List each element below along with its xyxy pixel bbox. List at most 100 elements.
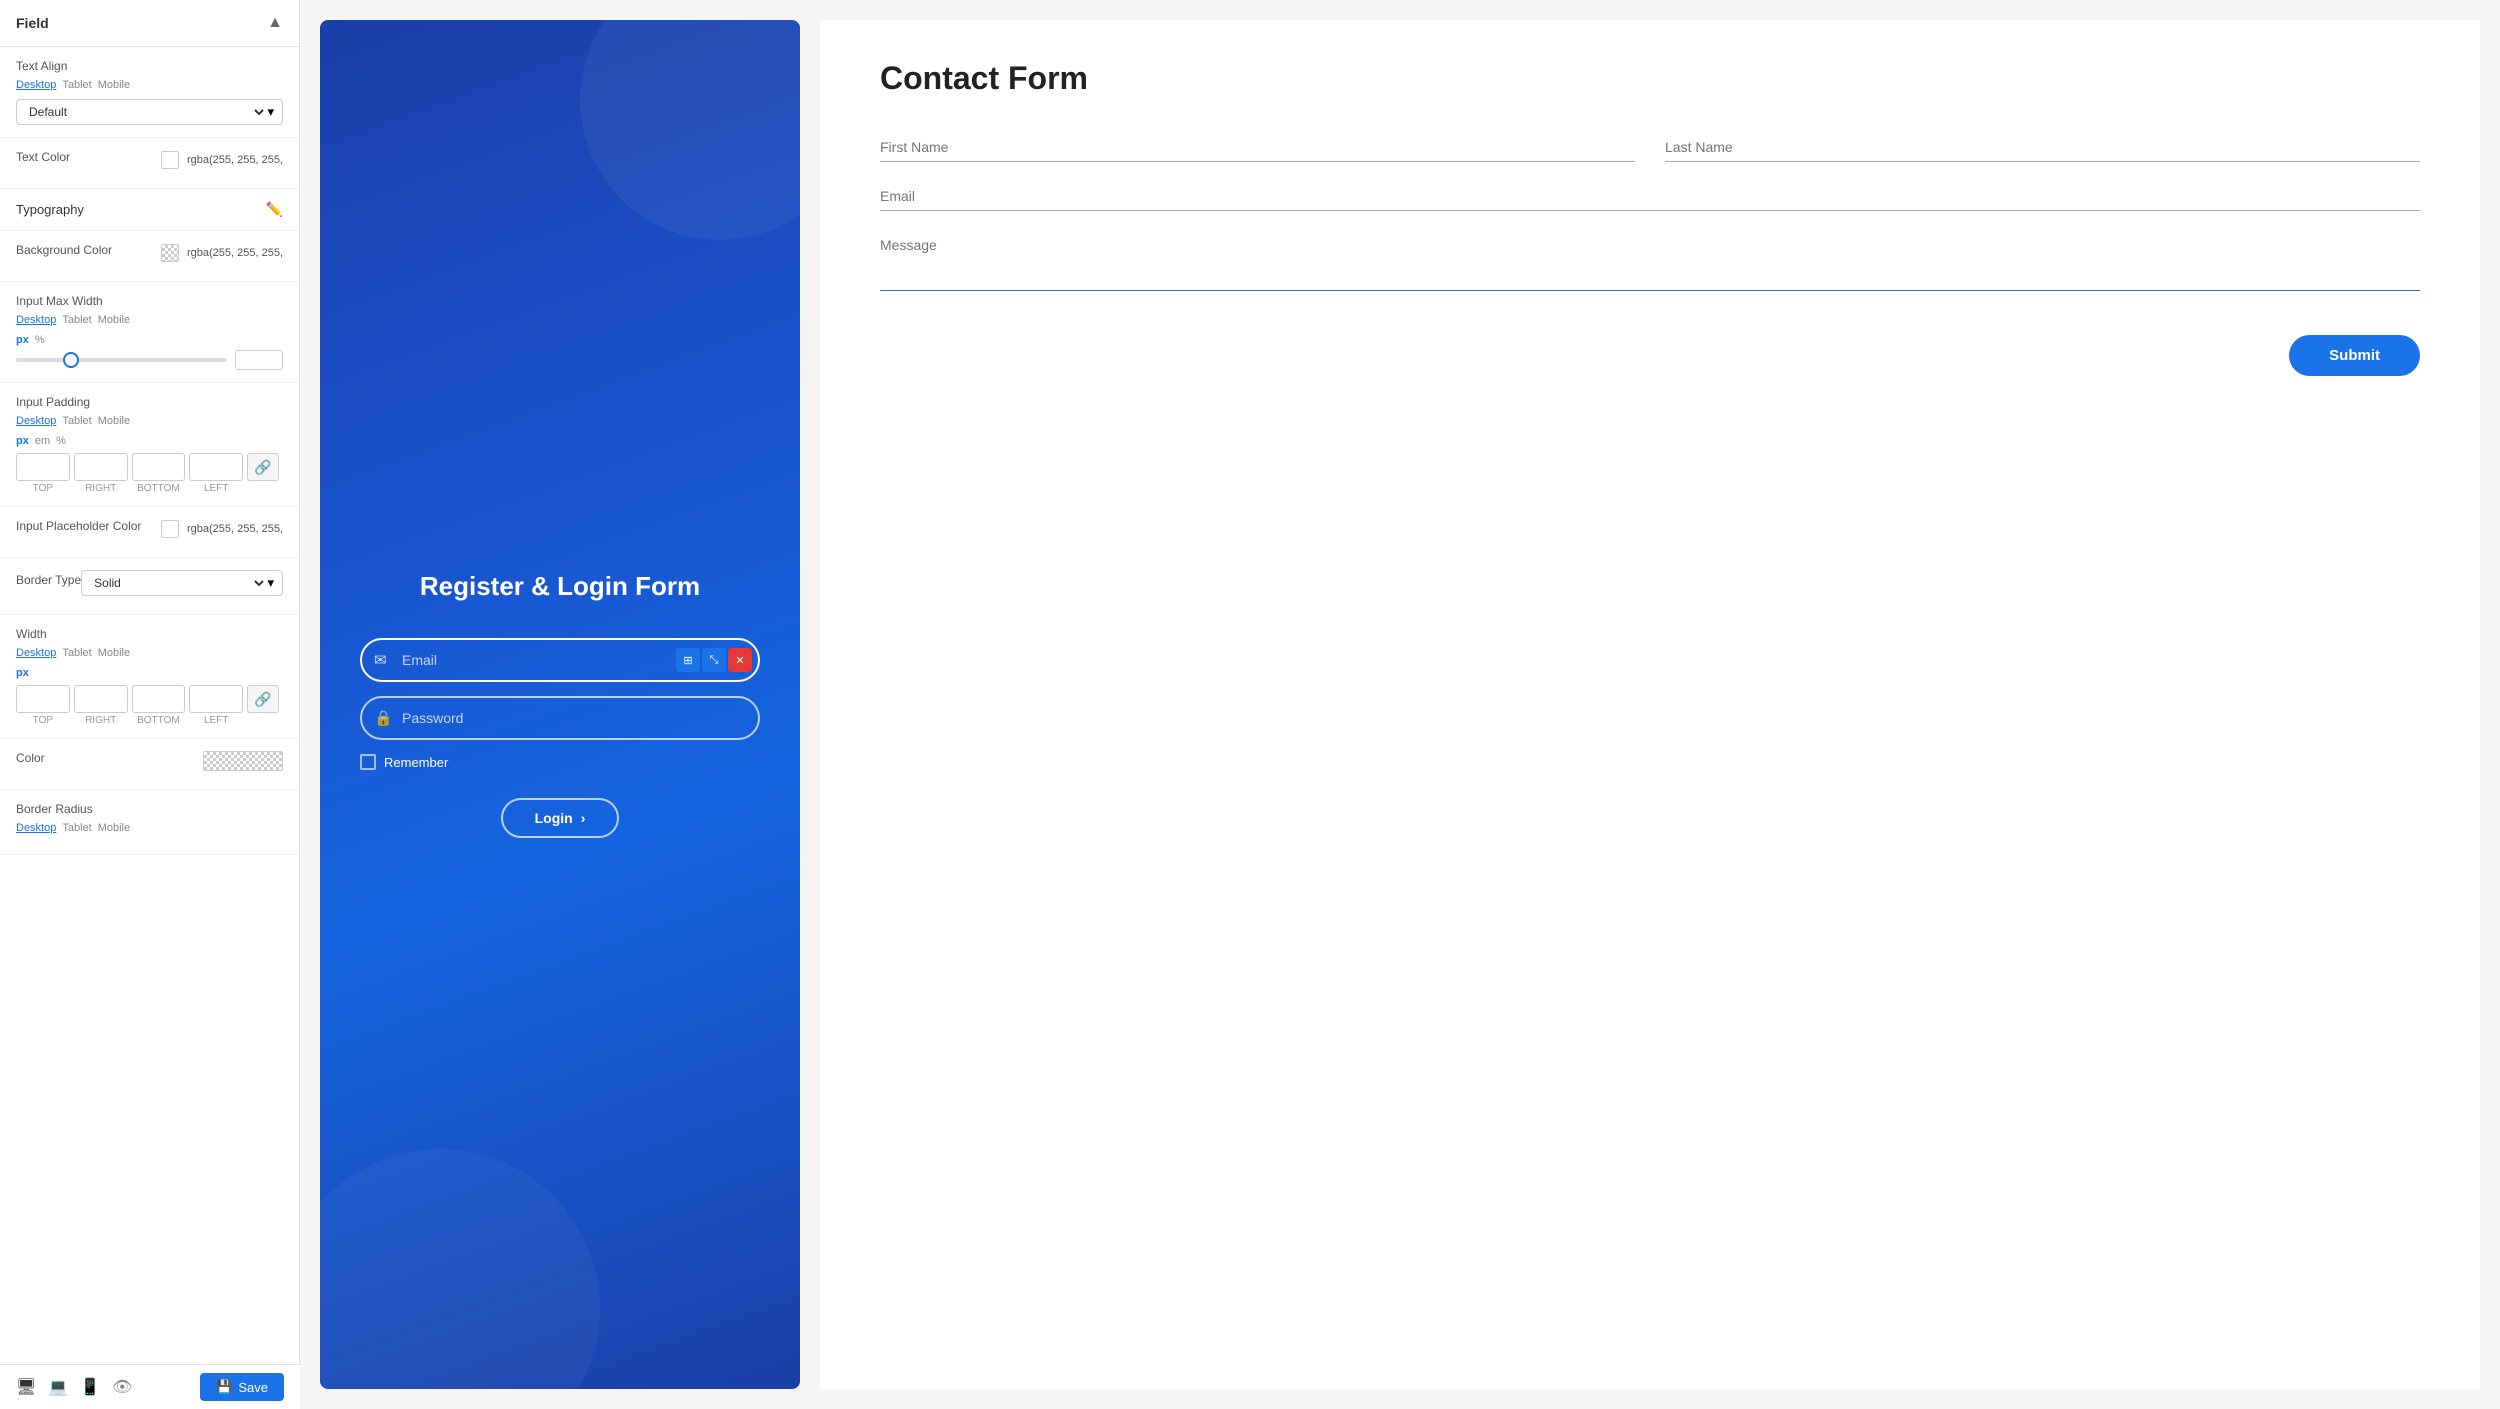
width-top[interactable] [16,685,70,713]
laptop-icon[interactable]: 💻 [48,1377,68,1397]
ip-tab-mobile[interactable]: Mobile [98,415,130,427]
remember-label: Remember [384,755,448,770]
wlabel-left: LEFT [189,715,243,726]
border-type-arrow: ▾ [267,575,274,591]
br-tab-tablet[interactable]: Tablet [62,822,91,834]
text-align-device-tabs: Desktop Tablet Mobile [16,79,283,91]
width-link-btn[interactable]: 🔗 [247,685,279,713]
panel-title: Field [16,15,49,31]
email-input-wrap: ✉ ⊞ ⤡ ✕ [360,638,760,682]
padding-labels: TOP RIGHT BOTTOM LEFT [16,483,283,494]
imw-tab-tablet[interactable]: Tablet [62,314,91,326]
padding-link-btn[interactable]: 🔗 [247,453,279,481]
select-arrow-icon: ▾ [267,104,274,120]
email-row [880,182,2420,211]
device-icon-group: 🖥 💻 📱 👁 [16,1377,132,1397]
first-name-input[interactable] [880,133,1635,162]
padding-bottom[interactable] [132,453,186,481]
unit-px[interactable]: px [16,334,29,346]
text-align-select[interactable]: Default Left Center Right [25,104,267,120]
wlabel-top: TOP [16,715,70,726]
toolbar-grid-btn[interactable]: ⊞ [676,648,700,672]
color-control[interactable] [203,751,283,771]
input-padding-grid: 🔗 [16,453,283,481]
width-label: Width [16,627,283,641]
padding-left[interactable] [189,453,243,481]
typography-edit-icon[interactable]: ✏️ [266,201,283,218]
input-max-width-value[interactable] [235,350,283,370]
br-tab-mobile[interactable]: Mobile [98,822,130,834]
text-color-control[interactable]: rgba(255, 255, 255, [161,151,283,169]
toolbar-close-btn[interactable]: ✕ [728,648,752,672]
submit-button[interactable]: Submit [2289,335,2420,376]
contact-form-title: Contact Form [880,60,2420,97]
label-right: RIGHT [74,483,128,494]
input-max-width-section: Input Max Width Desktop Tablet Mobile px… [0,282,299,383]
br-tab-desktop[interactable]: Desktop [16,822,56,834]
typography-label: Typography [16,202,84,217]
unit-percent[interactable]: % [35,334,45,346]
message-textarea[interactable] [880,231,2420,291]
email-icon: ✉ [374,651,387,669]
remember-checkbox[interactable] [360,754,376,770]
padding-right[interactable] [74,453,128,481]
save-button[interactable]: 💾 Save [200,1373,284,1401]
border-type-row: Border Type Solid Dashed Dotted None ▾ [16,570,283,596]
input-padding-device-tabs: Desktop Tablet Mobile [16,415,283,427]
border-type-select[interactable]: Solid Dashed Dotted None [90,575,267,591]
label-left: LEFT [189,483,243,494]
typography-row: Typography ✏️ [16,201,283,218]
padding-top[interactable] [16,453,70,481]
color-swatch [203,751,283,771]
text-color-label: Text Color [16,150,70,164]
ip-unit-percent[interactable]: % [56,435,66,447]
ip-unit-px[interactable]: px [16,435,29,447]
ip-tab-desktop[interactable]: Desktop [16,415,56,427]
device-tab-desktop[interactable]: Desktop [16,79,56,91]
ip-units: px em % [16,435,283,447]
bg-color-label: Background Color [16,243,112,257]
device-tab-mobile[interactable]: Mobile [98,79,130,91]
width-right[interactable] [74,685,128,713]
collapse-icon[interactable]: ▲ [267,14,283,32]
desktop-icon[interactable]: 🖥 [16,1377,36,1397]
name-row [880,133,2420,162]
w-tab-tablet[interactable]: Tablet [62,647,91,659]
ip-color-row: Input Placeholder Color rgba(255, 255, 2… [16,519,283,539]
border-type-label: Border Type [16,573,81,587]
login-button[interactable]: Login › [501,798,620,838]
last-name-input[interactable] [1665,133,2420,162]
ip-tab-tablet[interactable]: Tablet [62,415,91,427]
password-input[interactable] [360,696,760,740]
toolbar-resize-btn[interactable]: ⤡ [702,648,726,672]
w-tab-mobile[interactable]: Mobile [98,647,130,659]
imw-tab-desktop[interactable]: Desktop [16,314,56,326]
wlabel-bottom: BOTTOM [132,715,186,726]
save-icon: 💾 [216,1379,232,1395]
border-type-select-row[interactable]: Solid Dashed Dotted None ▾ [81,570,283,596]
imw-tab-mobile[interactable]: Mobile [98,314,130,326]
border-radius-device-tabs: Desktop Tablet Mobile [16,822,283,834]
preview-icon[interactable]: 👁 [112,1377,132,1397]
input-max-width-slider[interactable] [16,358,227,362]
w-tab-desktop[interactable]: Desktop [16,647,56,659]
contact-form-card: Contact Form Submit [820,20,2480,1389]
imw-units: px % [16,334,283,346]
text-align-select-row[interactable]: Default Left Center Right ▾ [16,99,283,125]
input-max-width-label: Input Max Width [16,294,283,308]
password-input-wrap: 🔒 [360,696,760,740]
width-left[interactable] [189,685,243,713]
w-unit-px[interactable]: px [16,667,29,679]
contact-email-input[interactable] [880,182,2420,211]
tablet-icon[interactable]: 📱 [80,1377,100,1397]
remember-row: Remember [360,754,760,770]
ip-color-control[interactable]: rgba(255, 255, 255, [161,520,283,538]
ip-unit-em[interactable]: em [35,435,50,447]
background-color-section: Background Color rgba(255, 255, 255, [0,231,299,282]
device-tab-tablet[interactable]: Tablet [62,79,91,91]
bg-color-control[interactable]: rgba(255, 255, 255, [161,244,283,262]
input-max-width-device-tabs: Desktop Tablet Mobile [16,314,283,326]
input-padding-section: Input Padding Desktop Tablet Mobile px e… [0,383,299,507]
width-bottom[interactable] [132,685,186,713]
left-panel: Field ▲ Text Align Desktop Tablet Mobile… [0,0,300,1409]
